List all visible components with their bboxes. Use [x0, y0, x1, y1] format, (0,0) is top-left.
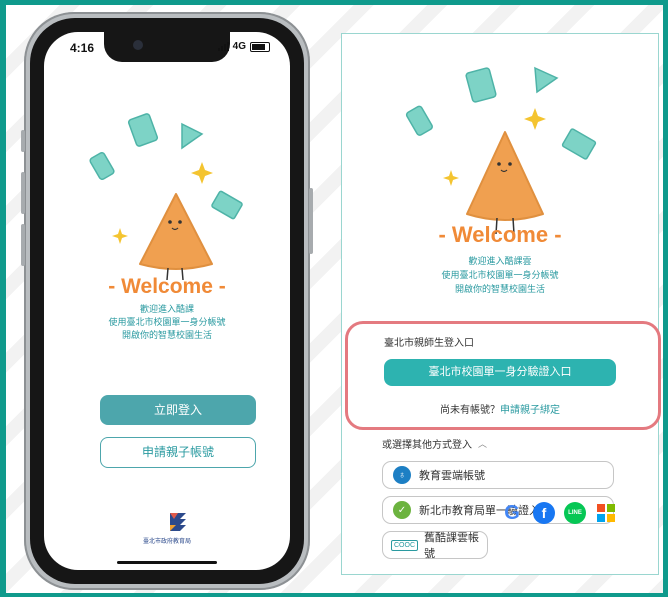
- play-icon: [181, 122, 204, 150]
- book-icon: [127, 113, 159, 147]
- apply-parent-account-button[interactable]: 申請親子帳號: [100, 437, 256, 468]
- welcome-title: - Welcome -: [438, 222, 562, 247]
- phone-volume-up: [21, 172, 25, 214]
- phone-device-icon: [89, 151, 115, 181]
- phone-mute-switch: [21, 130, 25, 152]
- subtitle-line: 歡迎進入酷課: [139, 304, 194, 314]
- welcome-title: - Welcome -: [108, 275, 226, 298]
- subtitle-line: 使用臺北市校園單一身分帳號: [108, 317, 226, 327]
- phone-mockup: 4:16 4G - Welcome - 歡迎進入酷課 使用臺北市校園單一身分帳號…: [21, 12, 313, 590]
- option-label: 舊酷課雲帳號: [424, 532, 479, 560]
- option-label: 教育雲端帳號: [419, 470, 485, 482]
- other-login-toggle[interactable]: 或選擇其他方式登入 ︿: [382, 436, 487, 451]
- google-icon[interactable]: G: [501, 502, 523, 524]
- battery-icon: [250, 41, 270, 52]
- signal-icon: [217, 42, 229, 51]
- sparkle-icon: [524, 108, 546, 130]
- subtitle-line: 使用臺北市校園單一身分帳號: [441, 270, 559, 280]
- laptop-icon: [211, 190, 243, 220]
- login-button[interactable]: 立即登入: [100, 395, 256, 425]
- status-time: 4:16: [70, 41, 95, 55]
- cooc-logo-icon: COOC: [391, 539, 418, 551]
- network-label: 4G: [232, 41, 246, 52]
- phone-device-icon: [405, 105, 433, 136]
- phone-bezel: 4:16 4G - Welcome - 歡迎進入酷課 使用臺北市校園單一身分帳號…: [30, 18, 304, 584]
- education-bureau-logo-icon: [170, 513, 186, 531]
- line-icon[interactable]: LINE: [564, 502, 586, 524]
- subtitle-line: 開啟你的智慧校園生活: [121, 330, 212, 340]
- book-icon: [465, 67, 497, 103]
- camera-icon: [133, 40, 143, 50]
- mascot-icon: [139, 193, 213, 281]
- welcome-illustration: [405, 66, 597, 235]
- highlight-frame: [345, 321, 661, 430]
- subtitle-line: 開啟你的智慧校園生活: [454, 284, 545, 294]
- other-login-label: 或選擇其他方式登入: [382, 440, 472, 451]
- new-taipei-icon: ✓: [393, 501, 411, 519]
- chevron-up-icon: ︿: [478, 439, 488, 449]
- laptop-icon: [561, 128, 597, 160]
- sparkle-icon: [443, 170, 459, 186]
- education-cloud-login-button[interactable]: ♁ 教育雲端帳號: [382, 461, 614, 489]
- education-cloud-icon: ♁: [393, 466, 411, 484]
- sparkle-icon: [112, 228, 128, 244]
- play-icon: [534, 66, 559, 94]
- status-icons: 4G: [217, 41, 270, 52]
- microsoft-icon[interactable]: [597, 504, 615, 522]
- phone-volume-down: [21, 224, 25, 266]
- phone-notch: [104, 32, 230, 62]
- sparkle-icon: [191, 162, 213, 184]
- login-panel: - Welcome - 歡迎進入酷課雲 使用臺北市校園單一身分帳號 開啟你的智慧…: [341, 33, 659, 575]
- mascot-icon: [466, 131, 544, 235]
- option-label: 新北市教育局單一驗證入口: [419, 505, 551, 517]
- welcome-illustration: [89, 113, 243, 281]
- logo-text: 臺北市政府教育局: [142, 539, 191, 545]
- phone-screen: 4:16 4G - Welcome - 歡迎進入酷課 使用臺北市校園單一身分帳號…: [44, 32, 290, 570]
- old-cooc-login-button[interactable]: COOC 舊酷課雲帳號: [382, 531, 488, 560]
- welcome-subtitle: 歡迎進入酷課雲 使用臺北市校園單一身分帳號 開啟你的智慧校園生活: [342, 254, 658, 296]
- phone-power-button: [309, 188, 313, 254]
- facebook-icon[interactable]: f: [533, 502, 555, 524]
- home-indicator: [117, 561, 217, 564]
- subtitle-line: 歡迎進入酷課雲: [468, 256, 532, 266]
- welcome-subtitle: 歡迎進入酷課 使用臺北市校園單一身分帳號 開啟你的智慧校園生活: [44, 303, 290, 342]
